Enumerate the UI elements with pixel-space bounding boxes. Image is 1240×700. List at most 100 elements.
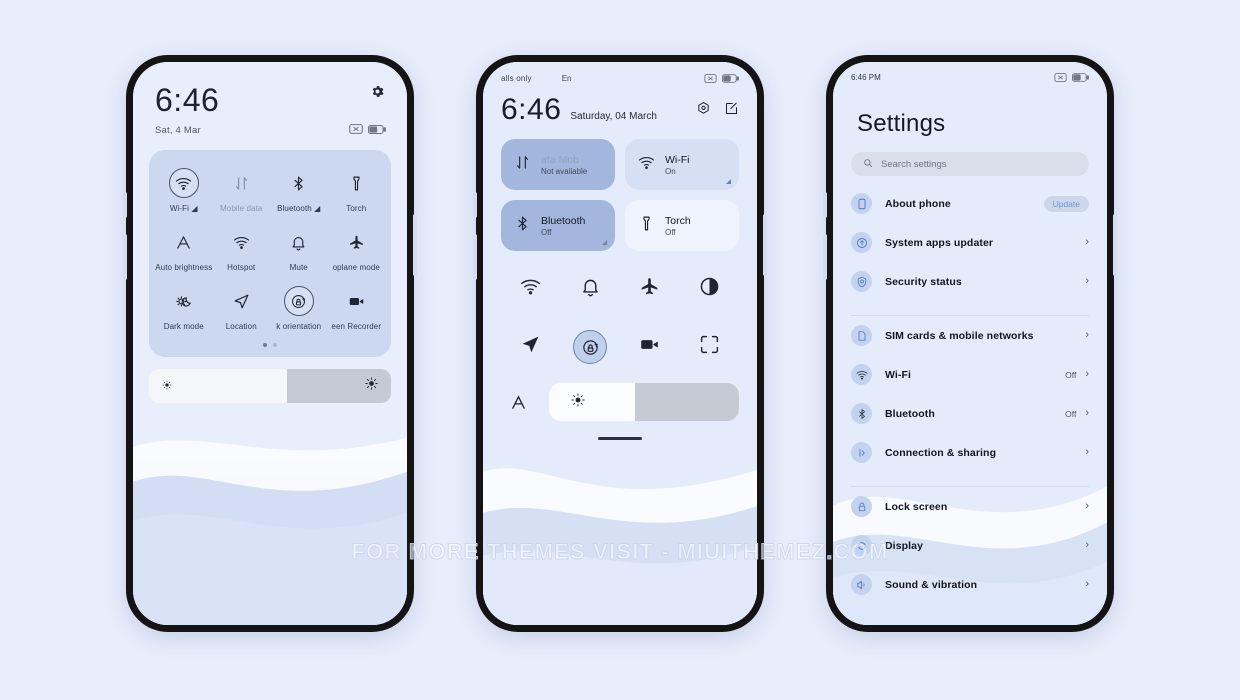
qs-tile-screen-recorder[interactable]: een Recorder [328,280,386,335]
qs-tile-label: Auto brightness [155,263,213,272]
settings-row-label: About phone [885,197,951,210]
settings-row-label: Bluetooth [885,407,935,420]
lock-orientation-icon [573,330,608,364]
settings-row-label: Lock screen [885,500,948,513]
mini-tile-mute-bell[interactable] [561,269,621,309]
phone1-brightness-slider[interactable] [149,369,391,403]
mini-tile-dark-mode-contrast[interactable] [680,269,740,309]
sim-card-icon [851,325,872,346]
phone2-left-button-top[interactable] [473,192,477,218]
status-time: 6:46 PM [851,73,881,82]
qs-tile-label: een Recorder [331,322,382,331]
chevron-right-icon: › [1085,368,1089,380]
status-language: En [561,74,572,83]
settings-row-bluetooth[interactable]: Bluetooth Off › [833,394,1107,433]
phone1-left-button-bottom[interactable] [123,234,127,280]
edit-tiles-icon[interactable] [724,101,739,121]
phone1-left-button-top[interactable] [123,192,127,218]
qs-tile-bluetooth[interactable]: Bluetooth ◢ [270,162,328,217]
update-badge[interactable]: Update [1043,195,1089,212]
drag-handle[interactable] [598,437,642,440]
phone1-right-button[interactable] [413,214,417,276]
phone2-clock: 6:46 [501,93,562,126]
settings-row-connection-sharing[interactable]: Connection & sharing › [833,433,1107,472]
qs-tile-label: Bluetooth ◢ [277,204,321,213]
settings-row-sim-cards-mobile-networks[interactable]: SIM cards & mobile networks › [833,316,1107,355]
big-tile-torch[interactable]: Torch Off [625,200,739,251]
phone3-left-button-top[interactable] [823,192,827,218]
bluetooth-icon [851,403,872,424]
qs-tile-label: Torch [346,204,367,213]
phone2-brightness-slider[interactable] [549,383,739,421]
big-tile-bluetooth[interactable]: Bluetooth Off [501,200,615,251]
qs-tile-torch[interactable]: Torch [328,162,386,217]
settings-list: About phone Update System apps updater ›… [833,184,1107,604]
page-dot-2[interactable] [273,343,277,347]
settings-row-system-apps-updater[interactable]: System apps updater › [833,223,1107,262]
settings-row-sound-vibration[interactable]: Sound & vibration › [833,565,1107,604]
sound-vibration-icon [851,574,872,595]
mini-tile-airplane[interactable] [620,269,680,309]
phone1-status-icons [349,124,386,134]
hotspot-icon [226,227,256,257]
phone3-left-button-bottom[interactable] [823,234,827,280]
qs-tile-hotspot[interactable]: Hotspot [213,221,271,276]
font-size-icon[interactable] [501,394,535,411]
qs-tile-label: oplane mode [332,263,380,272]
airplane-icon [341,227,371,257]
screenshot-stage: 6:46 Sat, 4 Mar Wi-Fi ◢ Mobile data Blue… [0,0,1240,700]
phone3-right-button[interactable] [1113,214,1117,276]
settings-row-security-status[interactable]: Security status › [833,262,1107,301]
big-tile-title: Bluetooth [541,214,586,227]
big-tile-subtitle: Not available [541,166,588,176]
settings-row-wi-fi[interactable]: Wi-Fi Off › [833,355,1107,394]
connection-sharing-icon [851,442,872,463]
phone2-left-button-bottom[interactable] [473,234,477,280]
qs-tile-location[interactable]: Location [213,280,271,335]
qs-tile-wifi[interactable]: Wi-Fi ◢ [155,162,213,217]
mute-bell-icon [284,227,314,257]
phone1-screen: 6:46 Sat, 4 Mar Wi-Fi ◢ Mobile data Blue… [133,62,407,625]
bluetooth-icon [514,215,531,237]
mobile-data-icon [226,168,256,198]
quick-settings-gear-icon[interactable] [696,101,711,121]
phone2-big-tiles: ata Mob Not available Wi-Fi On Bluetooth… [483,125,757,251]
settings-gear-icon[interactable] [370,84,385,104]
phone-icon [851,193,872,214]
settings-row-about-phone[interactable]: About phone Update [833,184,1107,223]
mini-tile-screenshot[interactable] [680,327,740,367]
qs-tile-airplane[interactable]: oplane mode [328,221,386,276]
brightness-fill [634,383,739,421]
phone2-right-button[interactable] [763,214,767,276]
big-tile-mobile-data[interactable]: ata Mob Not available [501,139,615,190]
page-dot-1[interactable] [263,343,267,347]
qs-tile-lock-orientation[interactable]: k orientation [270,280,328,335]
expand-corner-icon[interactable] [726,179,731,184]
mini-tile-location[interactable] [501,327,561,367]
settings-row-label: Security status [885,275,962,288]
expand-corner-icon[interactable] [602,240,607,245]
settings-row-label: Display [885,539,924,552]
qs-tile-mobile-data[interactable]: Mobile data [213,162,271,217]
phone1-page-dots [155,343,385,347]
big-tile-title: ata Mob [541,153,579,166]
mute-bell-icon [580,276,601,302]
location-icon [226,286,256,316]
search-settings-field[interactable]: Search settings [851,152,1089,176]
qs-tile-dark-mode[interactable]: Dark mode [155,280,213,335]
big-tile-wifi[interactable]: Wi-Fi On [625,139,739,190]
settings-row-lock-screen[interactable]: Lock screen › [833,487,1107,526]
qs-tile-auto-brightness[interactable]: Auto brightness [155,221,213,276]
mini-tile-screen-recorder[interactable] [620,327,680,367]
settings-row-display[interactable]: Display › [833,526,1107,565]
status-right-icons [704,74,739,83]
settings-row-label: Connection & sharing [885,446,997,459]
phone1-quick-settings-card: Wi-Fi ◢ Mobile data Bluetooth ◢ Torch Au… [149,150,391,357]
phone2-brightness-row [483,367,757,421]
dark-mode-contrast-icon [699,276,720,302]
mini-tile-hotspot[interactable] [501,269,561,309]
mini-tile-lock-orientation[interactable] [561,327,621,367]
wifi-icon [851,364,872,385]
big-tile-subtitle: On [665,166,676,176]
qs-tile-mute-bell[interactable]: Mute [270,221,328,276]
